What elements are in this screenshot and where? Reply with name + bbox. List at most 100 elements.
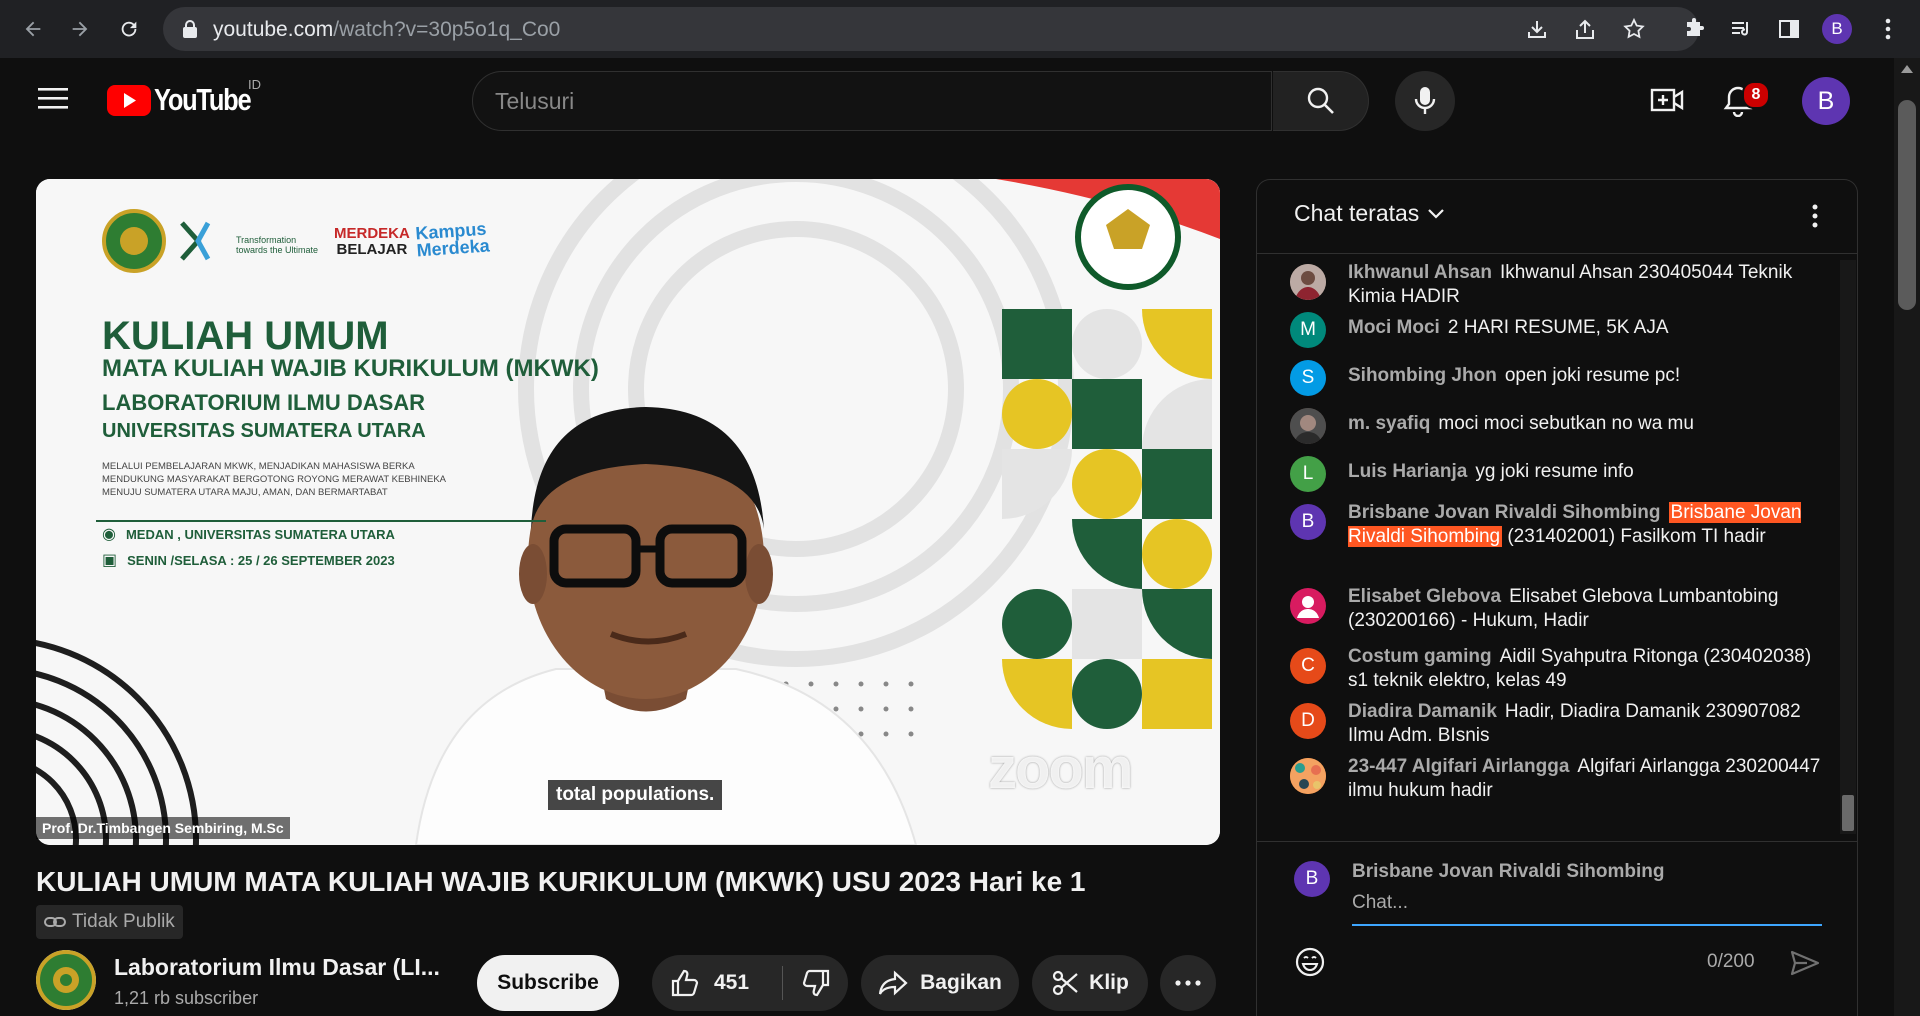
video-title: KULIAH UMUM MATA KULIAH WAJIB KURIKULUM …: [36, 866, 1086, 897]
search-button[interactable]: [1273, 71, 1369, 131]
scissors-icon: [1053, 970, 1078, 996]
slide-description: MELALUI PEMBELAJARAN MKWK, MENJADIKAN MA…: [102, 460, 532, 499]
region-code: ID: [248, 77, 261, 92]
chat-text: 2 HARI RESUME, 5K AJA: [1447, 317, 1669, 338]
chat-input-placeholder: Chat...: [1352, 892, 1408, 913]
chat-options-icon[interactable]: [1812, 204, 1818, 228]
chat-avatar[interactable]: C: [1290, 648, 1326, 684]
logo-text: YouTube: [154, 82, 252, 117]
chat-author[interactable]: Ikhwanul Ahsan: [1348, 262, 1492, 283]
reload-icon[interactable]: [113, 13, 145, 45]
lock-icon[interactable]: [181, 19, 199, 39]
chat-message: Ikhwanul Ahsan Ikhwanul Ahsan 230405044 T…: [1290, 258, 1835, 307]
create-video-icon[interactable]: [1650, 85, 1684, 115]
slide-logo-1-line2: towards the Ultimate: [236, 245, 319, 255]
subscriber-count: 1,21 rb subscriber: [114, 988, 259, 1008]
microphone-icon: [1414, 87, 1436, 114]
share-label: Bagikan: [920, 971, 1002, 994]
forward-icon[interactable]: [64, 13, 96, 45]
chat-avatar-photo[interactable]: [1290, 264, 1326, 300]
chat-author[interactable]: Luis Harianja: [1348, 461, 1467, 482]
side-panel-icon[interactable]: [1773, 13, 1805, 45]
slide-logo-transformation: Transformation towards the Ultimate: [236, 235, 318, 255]
chat-author[interactable]: m. syafiq: [1348, 413, 1430, 434]
slide-logo-3-line2: Merdeka: [415, 235, 491, 261]
like-button[interactable]: 451: [652, 968, 782, 998]
current-user-avatar: B: [1294, 861, 1330, 897]
youtube-play-icon: [107, 84, 151, 116]
chat-message: S Sihombing Jhon open joki resume pc!: [1290, 354, 1835, 402]
chat-message: C Costum gaming Aidil Syahputra Ritonga (…: [1290, 642, 1835, 697]
address-bar[interactable]: youtube.com/watch?v=30p5o1q_Co0: [163, 7, 1699, 51]
visibility-badge: Tidak Publik: [36, 905, 183, 939]
page-scrollbar-thumb[interactable]: [1898, 100, 1916, 310]
chat-avatar-photo[interactable]: [1290, 758, 1326, 794]
dislike-button[interactable]: [783, 968, 848, 998]
emoji-picker-icon[interactable]: [1294, 946, 1326, 978]
install-app-icon[interactable]: [1525, 18, 1549, 42]
bookmark-star-icon[interactable]: [1622, 17, 1646, 41]
browser-menu-icon[interactable]: [1872, 13, 1904, 45]
voice-search-button[interactable]: [1395, 71, 1455, 131]
chat-header-divider: [1257, 253, 1857, 254]
chat-author[interactable]: 23-447 Algifari Airlangga: [1348, 756, 1569, 777]
extensions-icon[interactable]: [1678, 13, 1710, 45]
back-icon[interactable]: [17, 13, 49, 45]
chat-message: 23-447 Algifari Airlangga Algifari Airlan…: [1290, 752, 1835, 807]
chat-avatar-photo[interactable]: [1290, 408, 1326, 444]
chat-author[interactable]: Moci Moci: [1348, 317, 1440, 338]
chat-text: open joki resume pc!: [1504, 365, 1681, 386]
slide-divider: [96, 520, 546, 522]
visibility-label: Tidak Publik: [72, 911, 175, 932]
chat-scrollbar-thumb[interactable]: [1842, 795, 1854, 831]
chat-author[interactable]: Elisabet Glebova: [1348, 586, 1501, 607]
channel-name[interactable]: Laboratorium Ilmu Dasar (LI...: [114, 954, 440, 981]
slide-logo-2-line1: MERDEKA: [334, 225, 410, 242]
slide-logo-kampus-merdeka: Kampus Merdeka: [415, 219, 491, 261]
hamburger-menu-icon[interactable]: [38, 86, 68, 110]
share-button[interactable]: Bagikan: [861, 955, 1019, 1011]
chat-avatar[interactable]: B: [1290, 504, 1326, 540]
zoom-watermark: zoom: [988, 736, 1133, 801]
chat-avatar[interactable]: L: [1290, 456, 1326, 492]
channel-avatar[interactable]: [36, 950, 96, 1010]
send-message-icon[interactable]: [1790, 950, 1820, 976]
chat-author[interactable]: Sihombing Jhon: [1348, 365, 1497, 386]
chat-message: B Brisbane Jovan Rivaldi Sihombing Brisba…: [1290, 498, 1835, 582]
search-input[interactable]: Telusuri: [472, 71, 1272, 131]
slide-subtitle-2: LABORATORIUM ILMU DASAR: [102, 390, 426, 415]
subscribe-button[interactable]: Subscribe: [477, 955, 619, 1011]
chat-avatar[interactable]: M: [1290, 312, 1326, 348]
chat-avatar[interactable]: S: [1290, 360, 1326, 396]
chat-mode-dropdown[interactable]: Chat teratas: [1294, 200, 1445, 227]
slide-logo-2-line2: BELAJAR: [336, 241, 408, 258]
chat-avatar-default[interactable]: [1290, 588, 1326, 624]
chat-author[interactable]: Diadira Damanik: [1348, 701, 1497, 722]
browser-profile-avatar[interactable]: B: [1822, 14, 1852, 44]
video-player[interactable]: Transformation towards the Ultimate MERD…: [36, 179, 1220, 845]
share-page-icon[interactable]: [1573, 18, 1597, 42]
search-placeholder: Telusuri: [495, 88, 575, 114]
chat-author[interactable]: Brisbane Jovan Rivaldi Sihombing: [1348, 502, 1661, 523]
slide-desc-line-3: MENUJU SUMATERA UTARA MAJU, AMAN, DAN BE…: [102, 487, 388, 498]
slide-subtitle-3: UNIVERSITAS SUMATERA UTARA: [102, 420, 426, 442]
chat-author[interactable]: Costum gaming: [1348, 646, 1492, 667]
clip-label: Klip: [1089, 971, 1129, 994]
chat-message-list[interactable]: Ikhwanul Ahsan Ikhwanul Ahsan 230405044 T…: [1290, 258, 1835, 807]
share-arrow-icon: [879, 970, 908, 996]
like-count: 451: [714, 971, 750, 994]
media-queue-icon[interactable]: [1725, 13, 1757, 45]
account-avatar[interactable]: B: [1802, 77, 1850, 125]
chat-text: (231402001) Fasilkom TI hadir: [1507, 526, 1766, 547]
chat-avatar[interactable]: D: [1290, 703, 1326, 739]
chat-message: D Diadira Damanik Hadir, Diadira Damanik …: [1290, 697, 1835, 752]
youtube-logo[interactable]: YouTube: [107, 82, 272, 118]
scroll-up-arrow-icon[interactable]: [1900, 64, 1914, 74]
url-text[interactable]: youtube.com/watch?v=30p5o1q_Co0: [213, 18, 560, 42]
chat-scrollbar[interactable]: [1840, 260, 1856, 834]
more-actions-button[interactable]: [1160, 955, 1216, 1011]
chat-input-field[interactable]: Chat...: [1352, 892, 1822, 926]
clip-button[interactable]: Klip: [1032, 955, 1148, 1011]
slide-logo-1-line1: Transformation: [236, 235, 297, 245]
url-path: /watch?v=30p5o1q_Co0: [333, 18, 561, 41]
